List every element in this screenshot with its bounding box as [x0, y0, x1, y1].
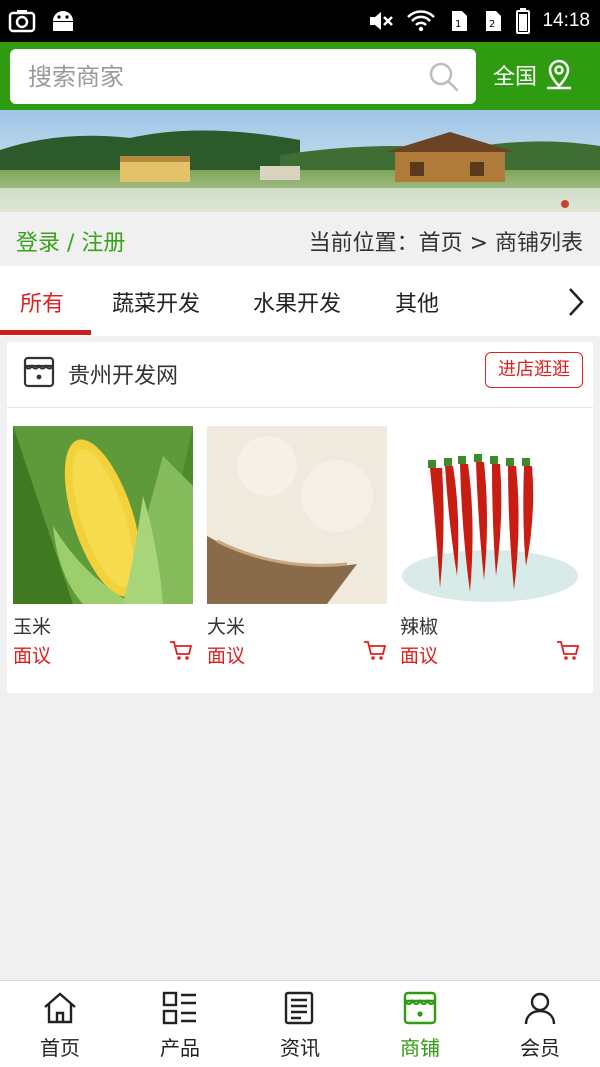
product-name: 大米 [207, 616, 246, 638]
region-selector[interactable]: 全国 [493, 58, 575, 92]
nav-member-label: 会员 [520, 1036, 560, 1060]
search-box[interactable] [10, 49, 476, 104]
active-tab-indicator [0, 330, 91, 335]
store-icon [403, 991, 437, 1025]
battery-icon [516, 8, 531, 34]
product-price: 面议 [400, 645, 439, 667]
home-icon [44, 992, 76, 1024]
svg-text:2: 2 [489, 19, 495, 30]
enter-shop-button[interactable]: 进店逛逛 [485, 352, 583, 388]
mute-icon [370, 12, 394, 30]
product-image[interactable] [400, 426, 580, 604]
shop-name: 贵州开发网 [68, 364, 179, 389]
tab-all[interactable]: 所有 [20, 286, 64, 318]
nav-home-label: 首页 [40, 1036, 80, 1060]
product-image[interactable] [207, 426, 387, 604]
nav-products[interactable]: 产品 [120, 981, 240, 1067]
bottom-nav: 首页 产品 资讯 商铺 会员 [0, 980, 600, 1067]
tab-vegetable[interactable]: 蔬菜开发 [112, 286, 200, 318]
search-input[interactable] [28, 59, 418, 95]
cart-icon[interactable] [169, 640, 193, 662]
search-icon[interactable] [428, 61, 460, 93]
breadcrumb-bar: 登录 / 注册 当前位置：首页 > 商铺列表 [0, 212, 600, 266]
product-image[interactable] [13, 426, 193, 604]
shop-header: 贵州开发网 进店逛逛 [7, 342, 593, 408]
shop-card: 贵州开发网 进店逛逛 玉米 面议 大米 面议 辣椒 面议 [7, 342, 593, 693]
product-item[interactable]: 大米 面议 [207, 426, 387, 668]
sim1-icon: 1 [452, 11, 468, 31]
product-price: 面议 [13, 645, 52, 667]
nav-news[interactable]: 资讯 [240, 981, 360, 1067]
store-icon [23, 356, 55, 388]
product-item[interactable]: 辣椒 面议 [400, 426, 580, 668]
nav-home[interactable]: 首页 [0, 981, 120, 1067]
login-register-link[interactable]: 登录 / 注册 [16, 225, 125, 257]
product-name: 辣椒 [400, 616, 439, 638]
location-pin-icon [547, 59, 572, 90]
product-price: 面议 [207, 645, 246, 667]
category-tabs: 所有 蔬菜开发 水果开发 其他 [0, 266, 600, 336]
nav-member[interactable]: 会员 [480, 981, 600, 1067]
user-icon [524, 992, 556, 1025]
status-bar: 1 2 14:18 [0, 0, 600, 42]
svg-text:1: 1 [455, 19, 461, 30]
chevron-right-icon[interactable] [566, 286, 586, 318]
android-icon [53, 11, 73, 31]
region-label: 全国 [493, 65, 538, 90]
tab-fruit[interactable]: 水果开发 [253, 286, 341, 318]
breadcrumb: 当前位置：首页 > 商铺列表 [308, 231, 583, 256]
nav-stores[interactable]: 商铺 [360, 981, 480, 1067]
screenshot-icon [8, 10, 36, 33]
app-header: 全国 [0, 42, 600, 110]
product-name: 玉米 [13, 616, 52, 638]
sim2-icon: 2 [486, 11, 502, 31]
tab-other[interactable]: 其他 [395, 286, 439, 318]
clock: 14:18 [542, 10, 590, 31]
banner-image[interactable] [0, 110, 600, 212]
nav-products-label: 产品 [160, 1036, 200, 1060]
cart-icon[interactable] [363, 640, 387, 662]
nav-stores-label: 商铺 [400, 1036, 440, 1060]
nav-news-label: 资讯 [280, 1036, 320, 1060]
cart-icon[interactable] [556, 640, 580, 662]
product-item[interactable]: 玉米 面议 [13, 426, 193, 668]
list-icon [162, 991, 196, 1025]
news-icon [284, 991, 314, 1025]
wifi-icon [407, 10, 436, 32]
